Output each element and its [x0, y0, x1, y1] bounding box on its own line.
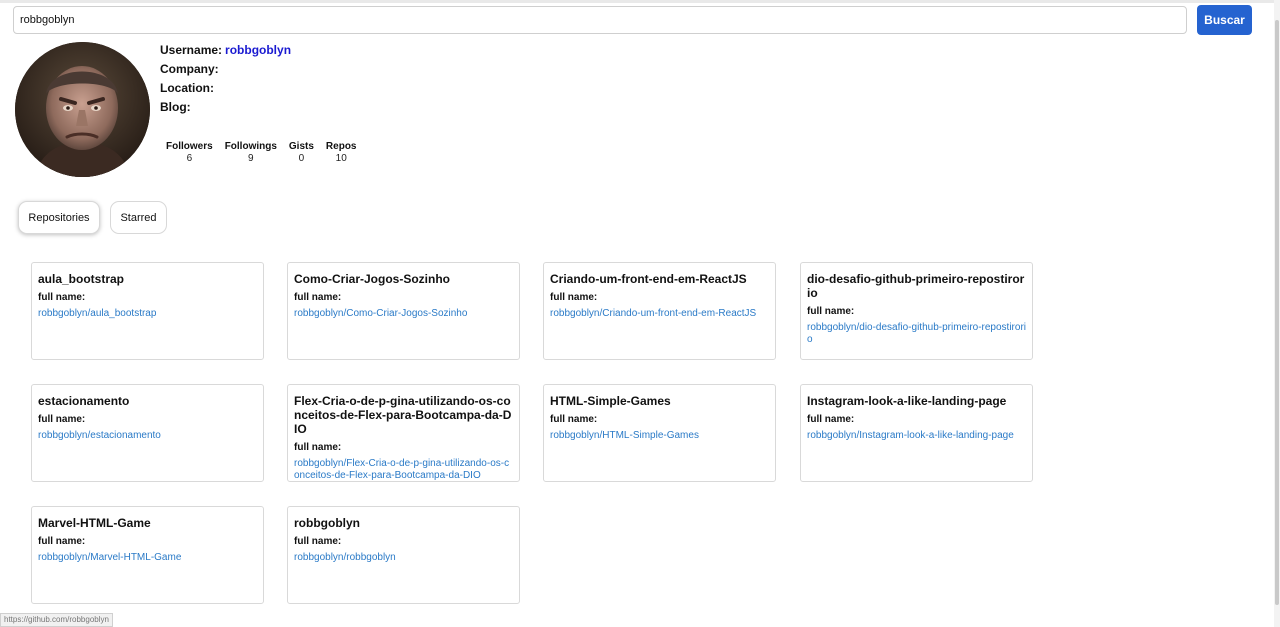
stat-gists: Gists 0	[289, 140, 314, 165]
top-divider	[0, 0, 1280, 3]
repo-card: Instagram-look-a-like-landing-page full …	[800, 384, 1033, 482]
stat-followings: Followings 9	[225, 140, 277, 165]
repo-full-name-label: full name:	[294, 442, 342, 453]
search-input[interactable]	[13, 6, 1187, 34]
repo-name: Criando-um-front-end-em-ReactJS	[550, 272, 747, 286]
search-button[interactable]: Buscar	[1197, 5, 1252, 35]
repo-name: Instagram-look-a-like-landing-page	[807, 394, 1007, 408]
repo-full-name-link[interactable]: robbgoblyn/HTML-Simple-Games	[550, 430, 769, 442]
repo-full-name-label: full name:	[550, 292, 598, 303]
repo-full-name-link[interactable]: robbgoblyn/estacionamento	[38, 430, 257, 442]
repo-name: estacionamento	[38, 394, 130, 408]
repo-name: Flex-Cria-o-de-p-gina-utilizando-os-conc…	[294, 394, 512, 436]
repo-name: Como-Criar-Jogos-Sozinho	[294, 272, 450, 286]
repo-full-name-link[interactable]: robbgoblyn/Criando-um-front-end-em-React…	[550, 308, 769, 320]
repo-name: HTML-Simple-Games	[550, 394, 671, 408]
repo-card: Como-Criar-Jogos-Sozinho full name: robb…	[287, 262, 520, 360]
stat-value: 10	[335, 153, 347, 164]
stat-label: Followings	[224, 141, 277, 152]
repo-card: estacionamento full name: robbgoblyn/est…	[31, 384, 264, 482]
repo-full-name-label: full name:	[38, 292, 86, 303]
repo-full-name-label: full name:	[294, 292, 342, 303]
avatar-image	[15, 42, 150, 177]
repo-full-name-label: full name:	[294, 536, 342, 547]
repo-card: HTML-Simple-Games full name: robbgoblyn/…	[543, 384, 776, 482]
repo-full-name-label: full name:	[38, 414, 86, 425]
repo-full-name-link[interactable]: robbgoblyn/Instagram-look-a-like-landing…	[807, 430, 1026, 442]
stat-label: Followers	[166, 141, 213, 152]
repo-card: dio-desafio-github-primeiro-repostirorio…	[800, 262, 1033, 360]
scrollbar[interactable]	[1274, 0, 1280, 627]
stat-value: 0	[298, 153, 305, 164]
repo-name: dio-desafio-github-primeiro-repostirorio	[807, 272, 1025, 300]
repo-card: robbgoblyn full name: robbgoblyn/robbgob…	[287, 506, 520, 604]
repo-full-name-link[interactable]: robbgoblyn/aula_bootstrap	[38, 308, 257, 320]
scrollbar-thumb[interactable]	[1275, 20, 1279, 605]
profile-info: Username: robbgoblyn Company: Location: B…	[160, 42, 291, 118]
username-row: Username: robbgoblyn	[160, 42, 291, 61]
blog-label: Blog:	[160, 100, 191, 114]
profile-stats: Followers 6 Followings 9 Gists 0 Repos 1…	[160, 140, 362, 165]
status-bar-url: https://github.com/robbgoblyn	[0, 613, 113, 627]
stat-repos: Repos 10	[326, 140, 357, 165]
page: Buscar	[0, 0, 1280, 627]
repo-full-name-link[interactable]: robbgoblyn/Flex-Cria-o-de-p-gina-utiliza…	[294, 458, 513, 481]
tab-repositories[interactable]: Repositories	[18, 201, 100, 234]
repo-name: aula_bootstrap	[38, 272, 125, 286]
repo-full-name-label: full name:	[38, 536, 86, 547]
stat-followers: Followers 6	[166, 140, 213, 165]
repo-full-name-link[interactable]: robbgoblyn/robbgoblyn	[294, 552, 513, 564]
repo-name: Marvel-HTML-Game	[38, 516, 151, 530]
company-label: Company:	[160, 62, 219, 76]
username-label: Username:	[160, 43, 223, 57]
repo-full-name-label: full name:	[807, 306, 855, 317]
repo-card: Marvel-HTML-Game full name: robbgoblyn/M…	[31, 506, 264, 604]
repo-full-name-label: full name:	[550, 414, 598, 425]
repo-name: robbgoblyn	[294, 516, 360, 530]
stat-label: Repos	[325, 141, 357, 152]
repo-full-name-link[interactable]: robbgoblyn/Marvel-HTML-Game	[38, 552, 257, 564]
repo-card: Criando-um-front-end-em-ReactJS full nam…	[543, 262, 776, 360]
stat-value: 6	[186, 153, 193, 164]
username-value: robbgoblyn	[225, 43, 292, 57]
stat-label: Gists	[288, 141, 314, 152]
repo-full-name-link[interactable]: robbgoblyn/Como-Criar-Jogos-Sozinho	[294, 308, 513, 320]
repo-card: aula_bootstrap full name: robbgoblyn/aul…	[31, 262, 264, 360]
tab-starred[interactable]: Starred	[110, 201, 167, 234]
repo-full-name-label: full name:	[807, 414, 855, 425]
location-label: Location:	[160, 81, 214, 95]
repo-full-name-link[interactable]: robbgoblyn/dio-desafio-github-primeiro-r…	[807, 322, 1026, 346]
repo-card: Flex-Cria-o-de-p-gina-utilizando-os-conc…	[287, 384, 520, 482]
avatar	[15, 42, 150, 177]
stat-value: 9	[248, 153, 254, 164]
